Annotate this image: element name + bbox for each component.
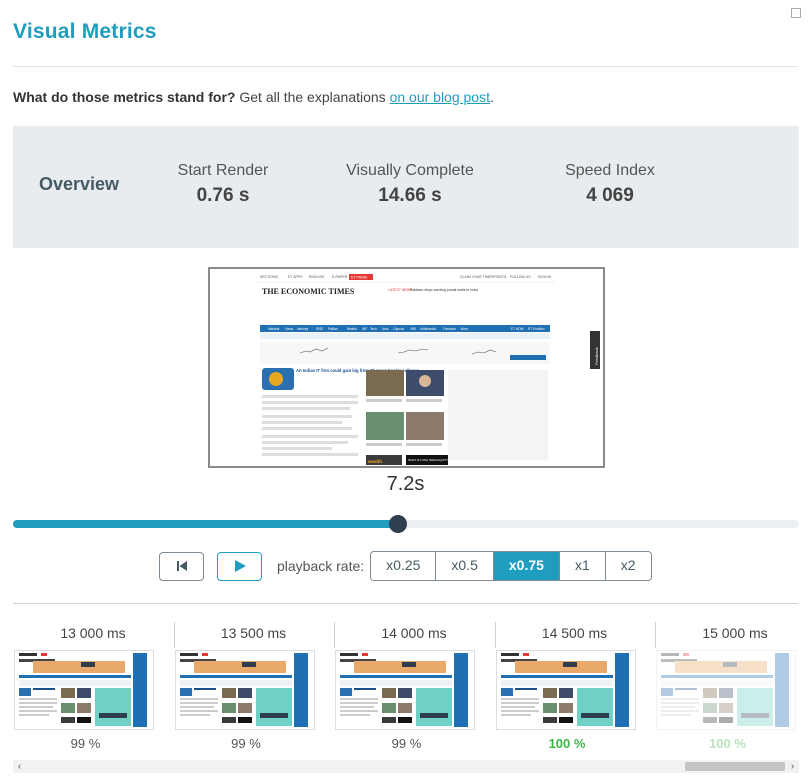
et-prime-label: ET PRIME — [351, 276, 368, 280]
filmstrip-frame[interactable]: 15 000 ms 100 % — [655, 604, 811, 760]
metrics-explanation: What do those metrics stand for? Get all… — [13, 89, 494, 105]
rate-button[interactable]: x0.75 — [492, 552, 559, 580]
overview-panel: Overview Start Render 0.76 s Visually Co… — [13, 126, 799, 248]
skip-to-start-button[interactable] — [159, 551, 204, 581]
frame-time: 13 000 ms — [60, 625, 126, 641]
playback-rate-group: x0.25 x0.5 x0.75 x1 x2 — [370, 551, 652, 581]
rate-button[interactable]: x0.5 — [435, 552, 493, 580]
slider-handle[interactable] — [389, 515, 408, 533]
rate-button[interactable]: x2 — [604, 552, 651, 580]
frame-time: 13 500 ms — [220, 625, 287, 641]
play-button[interactable] — [217, 551, 262, 581]
nav-item: NRI — [411, 327, 417, 331]
slider-fill — [13, 520, 399, 528]
masthead: THE ECONOMIC TIMES — [262, 287, 355, 296]
feedback-label: Feedback — [594, 347, 599, 365]
epaper-link: E-PAPER — [332, 275, 348, 279]
nav-item: Multimedia — [420, 327, 436, 331]
play-icon — [234, 560, 246, 572]
nav-item: Politics — [328, 327, 339, 331]
filmstrip: 13 000 ms 99 % 13 500 ms 99 % 14 000 ms 99 % 1… — [0, 604, 811, 760]
current-time: 7.2s — [386, 473, 425, 495]
metric-value: 0.76 s — [196, 185, 250, 206]
metric-label: Speed Index — [565, 162, 655, 179]
scroll-left-icon[interactable]: ‹ — [13, 760, 26, 773]
wealth-label: wealth — [367, 459, 382, 464]
nav-item: Markets — [268, 327, 280, 331]
et-portfolio-link: ET Portfolio — [528, 327, 545, 331]
timeline-slider[interactable] — [13, 515, 799, 533]
divider — [13, 66, 798, 67]
nav-item: More — [461, 327, 468, 331]
overview-label: Overview — [39, 174, 120, 194]
nav-item: MF — [362, 327, 367, 331]
metric-label: Visually Complete — [346, 162, 474, 179]
english-link: ENGLISH — [309, 275, 325, 279]
frame-thumbnail[interactable] — [14, 650, 154, 730]
video-frame: SECTIONS ET APPS ENGLISH E-PAPER ET PRIM… — [208, 267, 605, 468]
frame-completeness: 99 % — [231, 736, 261, 751]
sections-link: SECTIONS — [260, 275, 279, 279]
frame-completeness: 100 % — [548, 736, 586, 751]
blog-post-link[interactable]: on our blog post — [390, 89, 490, 105]
frame-completeness: 99 % — [391, 736, 422, 751]
explanation-text: Get all the explanations — [235, 89, 390, 105]
scroll-right-icon[interactable]: › — [786, 760, 799, 773]
filmstrip-frame[interactable]: 13 000 ms 99 % — [13, 604, 173, 760]
metric-visually-complete: Visually Complete 14.66 s — [335, 162, 485, 207]
frame-thumbnail[interactable] — [174, 650, 315, 730]
et-now-link: ET NOW — [511, 327, 524, 331]
claim-link: CLAIM YOUR TIMESPOINTS — [460, 275, 507, 279]
explanation-question: What do those metrics stand for? — [13, 89, 236, 105]
nav-item: Jobs — [382, 327, 389, 331]
frame-thumbnail[interactable] — [495, 650, 636, 730]
frame-thumbnail[interactable] — [335, 650, 475, 730]
nav-item: News — [285, 327, 293, 331]
playback-controls: playback rate: x0.25 x0.5 x0.75 x1 x2 — [159, 551, 652, 581]
frame-time: 14 500 ms — [541, 625, 608, 641]
skip-back-icon — [176, 561, 187, 571]
frame-thumbnail[interactable] — [656, 650, 796, 730]
et-apps-link: ET APPS — [288, 275, 303, 279]
follow-link: FOLLOW US — [510, 275, 531, 279]
nav-item: Wealth — [347, 327, 357, 331]
news-ticker: Pakistan stops sending postal mails to I… — [410, 288, 478, 292]
horizontal-scrollbar[interactable]: ‹ › — [13, 760, 799, 773]
nav-item: RISE — [316, 327, 323, 331]
scrollbar-thumb[interactable] — [685, 762, 785, 771]
maximize-icon[interactable] — [791, 8, 801, 18]
rate-button[interactable]: x0.25 — [371, 552, 436, 580]
frame-completeness: 100 % — [709, 736, 746, 751]
frame-time: 14 000 ms — [381, 625, 447, 641]
panel-title: Visual Metrics — [13, 20, 157, 43]
rate-button[interactable]: x1 — [558, 552, 605, 580]
filmstrip-frame[interactable]: 14 000 ms 99 % — [334, 604, 494, 760]
metric-speed-index: Speed Index 4 069 — [550, 162, 670, 207]
metric-start-render: Start Render 0.76 s — [163, 162, 283, 207]
filmstrip-frame[interactable]: 14 500 ms 100 % — [494, 604, 655, 760]
filmstrip-frame[interactable]: 13 500 ms 99 % — [173, 604, 334, 760]
nav-item: Industry — [297, 327, 309, 331]
nav-item: Opinion — [393, 327, 404, 331]
frame-completeness: 99 % — [70, 736, 101, 751]
metric-value: 14.66 s — [378, 185, 442, 206]
signin-link: SIGN IN — [538, 275, 552, 279]
metric-value: 4 069 — [586, 185, 634, 206]
page-screenshot: SECTIONS ET APPS ENGLISH E-PAPER ET PRIM… — [210, 269, 603, 466]
nav-item: Panache — [443, 327, 456, 331]
playback-rate-label: playback rate: — [277, 558, 365, 574]
frame-time: 15 000 ms — [702, 625, 768, 641]
nav-item: Tech — [370, 327, 377, 331]
metric-label: Start Render — [177, 162, 269, 179]
explanation-end: . — [489, 89, 494, 105]
